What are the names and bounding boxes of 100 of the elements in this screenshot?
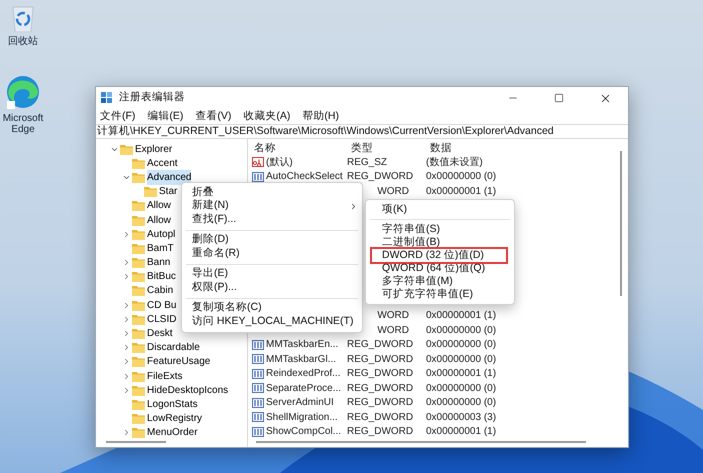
menu-item[interactable]: 可扩充字符串值(E) [372, 288, 514, 301]
value-data: 0x00000000 (0) [426, 324, 496, 338]
menu-item[interactable]: 访问 HKEY_LOCAL_MACHINE(T) [182, 315, 362, 328]
folder-icon [132, 314, 145, 325]
tree-item[interactable]: LogonStats [147, 396, 198, 412]
value-name[interactable]: SeparateProce... [266, 380, 342, 396]
tree-item[interactable]: BitBuc [147, 269, 176, 284]
binary-value-icon [252, 368, 264, 379]
recycle-bin-icon[interactable] [10, 4, 36, 32]
folder-icon [132, 413, 145, 424]
menu-item[interactable]: 重命名(R) [182, 247, 362, 260]
value-name[interactable]: ReindexedProf... [266, 366, 340, 382]
menu-item[interactable]: 多字符串值(M) [372, 275, 514, 288]
menu-item[interactable]: 删除(D) [182, 234, 362, 247]
menu-item[interactable]: 新建(N) [182, 200, 362, 213]
value-data: 0x00000001 (1) [426, 184, 496, 199]
folder-icon [132, 328, 145, 340]
value-type: REG_DWORD [347, 410, 414, 425]
address-bar[interactable]: 计算机\HKEY_CURRENT_USER\Software\Microsoft\Windows\CurrentVersion\Explorer\Advanced [96, 124, 628, 139]
binary-value-icon [252, 383, 264, 394]
folder-icon [132, 271, 145, 282]
folder-icon [132, 257, 145, 268]
value-data: 0x00000000 (0) [426, 396, 496, 410]
value-data: 0x00000000 (0) [426, 352, 496, 367]
column-header[interactable]: 数据 [426, 140, 505, 156]
tree-item[interactable]: FeatureUsage [147, 354, 210, 370]
tree-item[interactable]: BamT [147, 240, 174, 256]
folder-icon [120, 144, 133, 155]
menu-item[interactable]: 查找(F)... [182, 213, 362, 226]
tree-item[interactable]: Accent [147, 156, 178, 171]
vertical-scrollbar[interactable] [620, 151, 622, 296]
value-type: WORD [377, 309, 409, 324]
value-type: REG_SZ [347, 156, 388, 170]
tree-item[interactable]: LowRegistry [147, 411, 202, 426]
value-name[interactable]: MMTaskbarGl... [266, 352, 336, 367]
value-data: 0x00000000 (0) [426, 338, 496, 352]
menu-item[interactable]: 复制项名称(C) [182, 302, 362, 315]
menu-bar-item[interactable]: 编辑(E) [147, 108, 184, 124]
binary-value-icon [252, 398, 264, 408]
tree-item[interactable]: Discardable [147, 340, 200, 356]
value-type: REG_DWORD [347, 425, 414, 440]
tree-item[interactable]: FileExts [147, 368, 183, 384]
value-name[interactable]: ShellMigration... [266, 410, 338, 425]
menu-item[interactable]: 导出(E) [182, 268, 362, 281]
column-header[interactable]: 名称 [250, 140, 347, 156]
folder-icon [132, 158, 145, 169]
menu-item[interactable]: 折叠 [182, 186, 362, 200]
string-value-icon [252, 157, 264, 168]
binary-value-icon [252, 172, 264, 182]
desktop-icon-label[interactable]: 回收站 [8, 36, 38, 47]
registry-app-icon [101, 92, 113, 104]
menu-item[interactable]: 项(K) [372, 203, 514, 216]
value-name[interactable]: ShowCompCol... [266, 424, 342, 440]
folder-icon [144, 186, 157, 198]
value-data: 0x00000003 (3) [426, 410, 496, 425]
desktop-icon-label[interactable]: Microsoft Edge [1, 113, 45, 135]
tree-item[interactable]: HideDesktopIcons [147, 382, 228, 398]
folder-icon [132, 214, 145, 226]
column-header[interactable]: 类型 [347, 140, 426, 156]
menu-item[interactable]: 字符串值(S) [372, 223, 514, 236]
tree-item[interactable]: MenuOrder [147, 425, 198, 440]
tree-item[interactable]: Cabin [147, 283, 174, 298]
menu-bar-item[interactable]: 帮助(H) [302, 108, 339, 124]
folder-icon [132, 342, 145, 354]
horizontal-scrollbar[interactable] [106, 441, 166, 443]
menu-bar-item[interactable]: 收藏夹(A) [243, 108, 290, 124]
menu-item[interactable]: 二进制值(B) [372, 236, 514, 249]
folder-icon [132, 427, 145, 438]
tree-item[interactable]: Advanced [147, 170, 192, 185]
tree-item[interactable]: Bann [147, 255, 170, 270]
menu-item[interactable]: DWORD (32 位)值(D) [372, 249, 506, 262]
menu-item[interactable]: 权限(P)... [182, 281, 362, 294]
value-name[interactable]: MMTaskbarEn... [266, 337, 338, 352]
tree-item[interactable]: CD Bu [147, 298, 176, 313]
value-type: REG_DWORD [347, 338, 414, 352]
folder-icon [132, 384, 145, 396]
value-data: 0x00000001 (1) [426, 309, 496, 324]
value-name[interactable]: (默认) [266, 154, 293, 170]
tree-item[interactable]: Autopl [147, 226, 176, 242]
folder-icon [132, 370, 145, 382]
value-name[interactable]: ServerAdminUI [266, 395, 334, 410]
value-type: WORD [377, 184, 409, 199]
folder-icon [132, 285, 145, 296]
tree-item[interactable]: Star [159, 184, 178, 200]
browser-icon[interactable] [6, 75, 40, 109]
menu-bar-item[interactable]: 查看(V) [195, 108, 232, 124]
value-name[interactable]: AutoCheckSelect [266, 169, 343, 184]
menu-bar-item[interactable]: 文件(F) [100, 108, 136, 124]
tree-item[interactable]: Allow [147, 198, 171, 214]
binary-value-icon [252, 354, 264, 364]
tree-item[interactable]: Explorer [135, 142, 172, 157]
window-title: 注册表编辑器 [119, 90, 185, 106]
binary-value-icon [252, 340, 264, 350]
tree-item[interactable]: CLSID [147, 312, 176, 327]
tree-item[interactable]: Allow [147, 212, 171, 228]
value-data: 0x00000000 (0) [426, 170, 496, 184]
tree-item[interactable]: Deskt [147, 326, 173, 342]
value-type: WORD [377, 324, 409, 338]
binary-value-icon [252, 426, 264, 437]
horizontal-scrollbar[interactable] [256, 441, 586, 443]
